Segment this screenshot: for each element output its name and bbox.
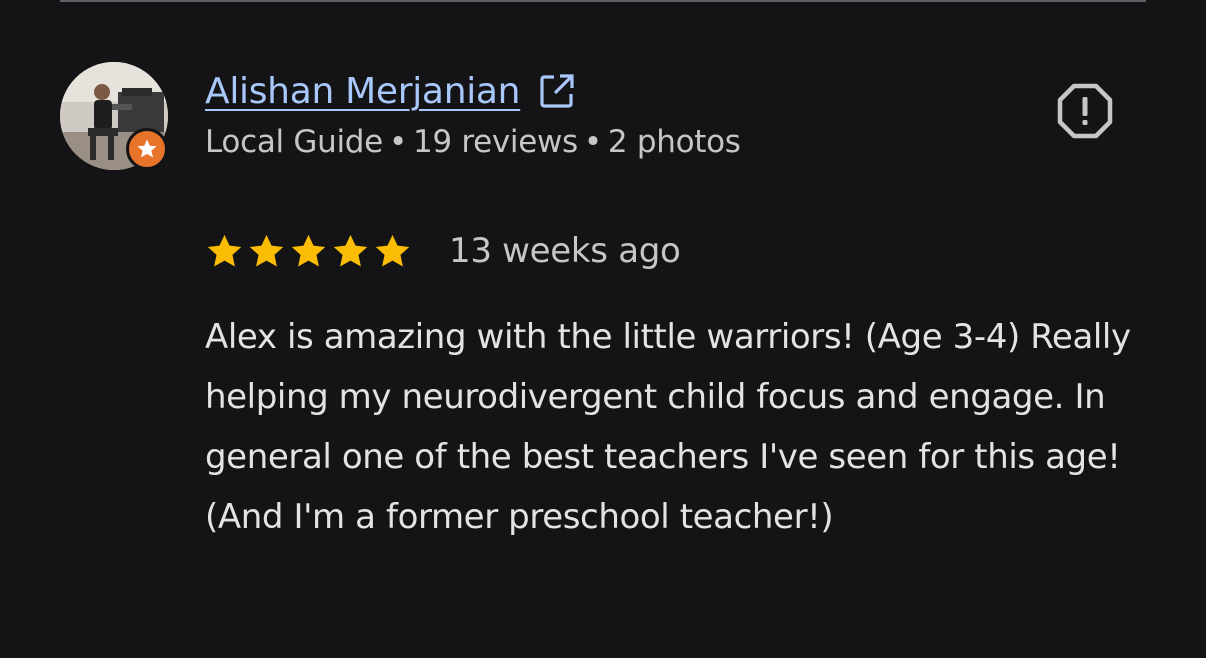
star-icon (249, 234, 284, 266)
reviewer-meta: Local Guide • 19 reviews • 2 photos (205, 124, 741, 160)
report-octagon-icon (1057, 83, 1113, 139)
report-review-button[interactable] (1056, 82, 1114, 140)
local-guide-label: Local Guide (205, 124, 383, 160)
reviews-count: 19 reviews (412, 124, 578, 160)
photos-count: 2 photos (607, 124, 741, 160)
rating-row: 13 weeks ago (205, 226, 681, 276)
meta-separator: • (583, 124, 602, 160)
star-icon (333, 234, 368, 266)
review-card: Alishan Merjanian Local Guide • 19 reviews… (0, 0, 1206, 658)
star-rating (205, 232, 412, 271)
review-time: 13 weeks ago (449, 231, 681, 271)
external-link-icon[interactable] (538, 72, 576, 110)
review-text: Alex is amazing with the little warriors… (205, 317, 1131, 537)
star-icon (375, 234, 410, 266)
top-divider (60, 0, 1146, 2)
reviewer-name-row: Alishan Merjanian (205, 66, 576, 116)
star-icon (291, 234, 326, 266)
reviewer-name-link[interactable]: Alishan Merjanian (205, 71, 521, 112)
local-guide-star-icon (126, 128, 168, 170)
star-icon (207, 234, 242, 266)
meta-separator: • (388, 124, 407, 160)
